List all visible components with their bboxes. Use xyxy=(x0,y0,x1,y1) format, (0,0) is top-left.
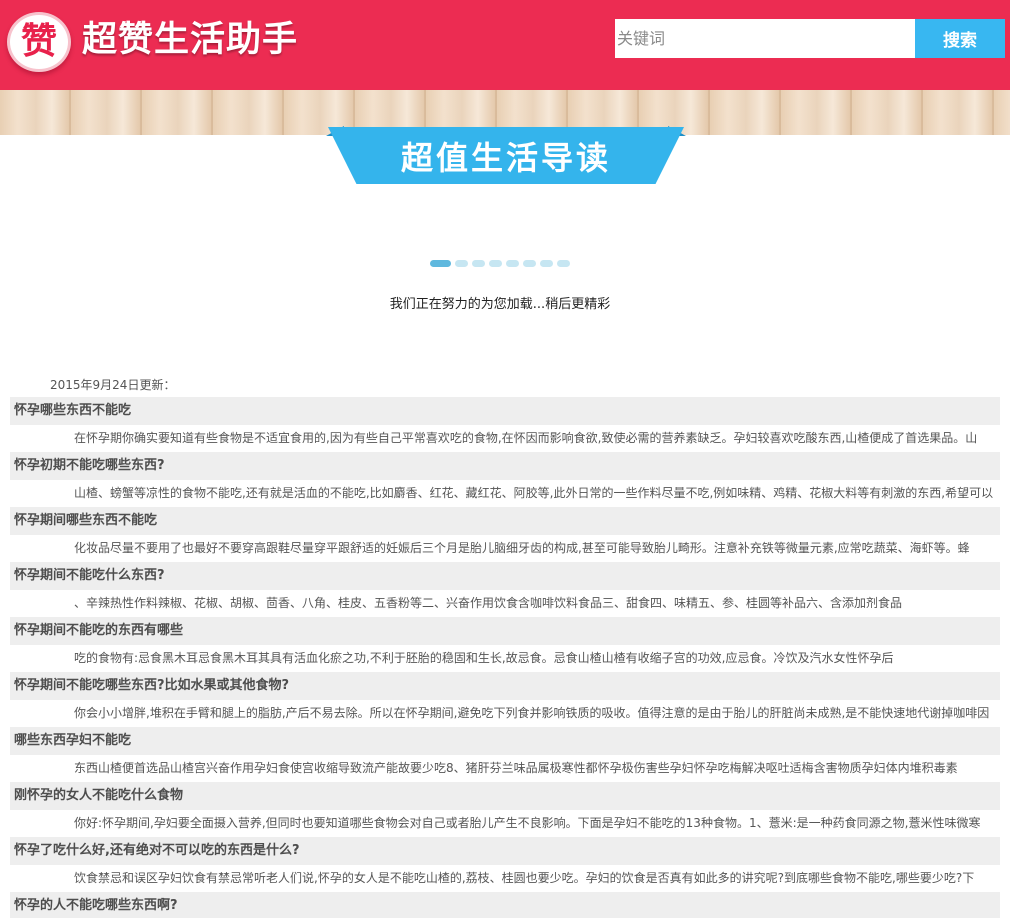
article-summary: 你好:怀孕期间,孕妇要全面摄入营养,但同时也要知道哪些食物会对自己或者胎儿产生不… xyxy=(74,816,981,830)
article-title-link[interactable]: 怀孕期间不能吃的东西有哪些 xyxy=(10,617,1000,645)
article-title-link[interactable]: 怀孕了吃什么好,还有绝对不可以吃的东西是什么? xyxy=(10,837,1000,865)
article-title-link[interactable]: 怀孕期间不能吃什么东西? xyxy=(10,562,1000,590)
article-title-link[interactable]: 刚怀孕的女人不能吃什么食物 xyxy=(10,782,1000,810)
carousel-dot[interactable] xyxy=(455,260,468,267)
loading-message: 我们正在努力的为您加载...稍后更精彩 xyxy=(389,297,611,312)
article-summary: 吃的食物有:忌食黑木耳忌食黑木耳其具有活血化瘀之功,不利于胚胎的稳固和生长,故忌… xyxy=(74,651,894,665)
logo-char: 赞 xyxy=(20,21,57,62)
article-title-link[interactable]: 怀孕期间不能吃哪些东西?比如水果或其他食物? xyxy=(10,672,1000,700)
banner-ribbon: 超值生活导读 xyxy=(328,127,684,184)
search-input[interactable] xyxy=(615,19,915,58)
article-title-link[interactable]: 怀孕的人不能吃哪些东西啊? xyxy=(10,892,1000,918)
article-title-link[interactable]: 怀孕初期不能吃哪些东西? xyxy=(10,452,1000,480)
article-summary: 饮食禁忌和误区孕妇饮食有禁忌常听老人们说,怀孕的女人是不能吃山楂的,荔枝、桂圆也… xyxy=(74,871,975,885)
carousel-dot[interactable] xyxy=(489,260,502,267)
header-bar: 赞 超赞生活助手 搜索 xyxy=(0,0,1010,90)
carousel-dot[interactable] xyxy=(523,260,536,267)
article-summary: 你会小小增胖,堆积在手臂和腿上的脂肪,产后不易去除。所以在怀孕期间,避免吃下列食… xyxy=(74,706,990,720)
update-date: 2015年9月24日更新： xyxy=(50,378,176,392)
carousel-dot[interactable] xyxy=(430,260,451,267)
article-title-link[interactable]: 哪些东西孕妇不能吃 xyxy=(10,727,1000,755)
carousel-dot[interactable] xyxy=(506,260,519,267)
article-title-link[interactable]: 怀孕哪些东西不能吃 xyxy=(10,397,1000,425)
search-button[interactable]: 搜索 xyxy=(915,19,1005,58)
article-summary: 在怀孕期你确实要知道有些食物是不适宜食用的,因为有些自己平常喜欢吃的食物,在怀因… xyxy=(74,431,978,445)
article-title-link[interactable]: 怀孕期间哪些东西不能吃 xyxy=(10,507,1000,535)
section-banner: 超值生活导读 xyxy=(326,126,686,186)
site-title[interactable]: 超赞生活助手 xyxy=(82,18,298,62)
carousel-dot[interactable] xyxy=(557,260,570,267)
carousel-dot[interactable] xyxy=(540,260,553,267)
banner-title: 超值生活导读 xyxy=(400,138,611,177)
carousel-dots xyxy=(430,260,570,268)
article-summary: 东西山楂便首选品山楂宫兴奋作用孕妇食使宫收缩导致流产能故要少吃8、猪肝芬兰味品属… xyxy=(74,761,958,775)
article-list: 怀孕哪些东西不能吃在怀孕期你确实要知道有些食物是不适宜食用的,因为有些自己平常喜… xyxy=(10,397,1000,918)
article-summary: 化妆品尽量不要用了也最好不要穿高跟鞋尽量穿平跟舒适的妊娠后三个月是胎儿脑细牙齿的… xyxy=(74,541,970,555)
site-logo-icon[interactable]: 赞 xyxy=(7,12,71,72)
carousel-dot[interactable] xyxy=(472,260,485,267)
article-summary: 山楂、螃蟹等凉性的食物不能吃,还有就是活血的不能吃,比如麝香、红花、藏红花、阿胶… xyxy=(74,486,994,500)
article-summary: 、辛辣热性作料辣椒、花椒、胡椒、茴香、八角、桂皮、五香粉等二、兴奋作用饮食含咖啡… xyxy=(74,596,903,610)
